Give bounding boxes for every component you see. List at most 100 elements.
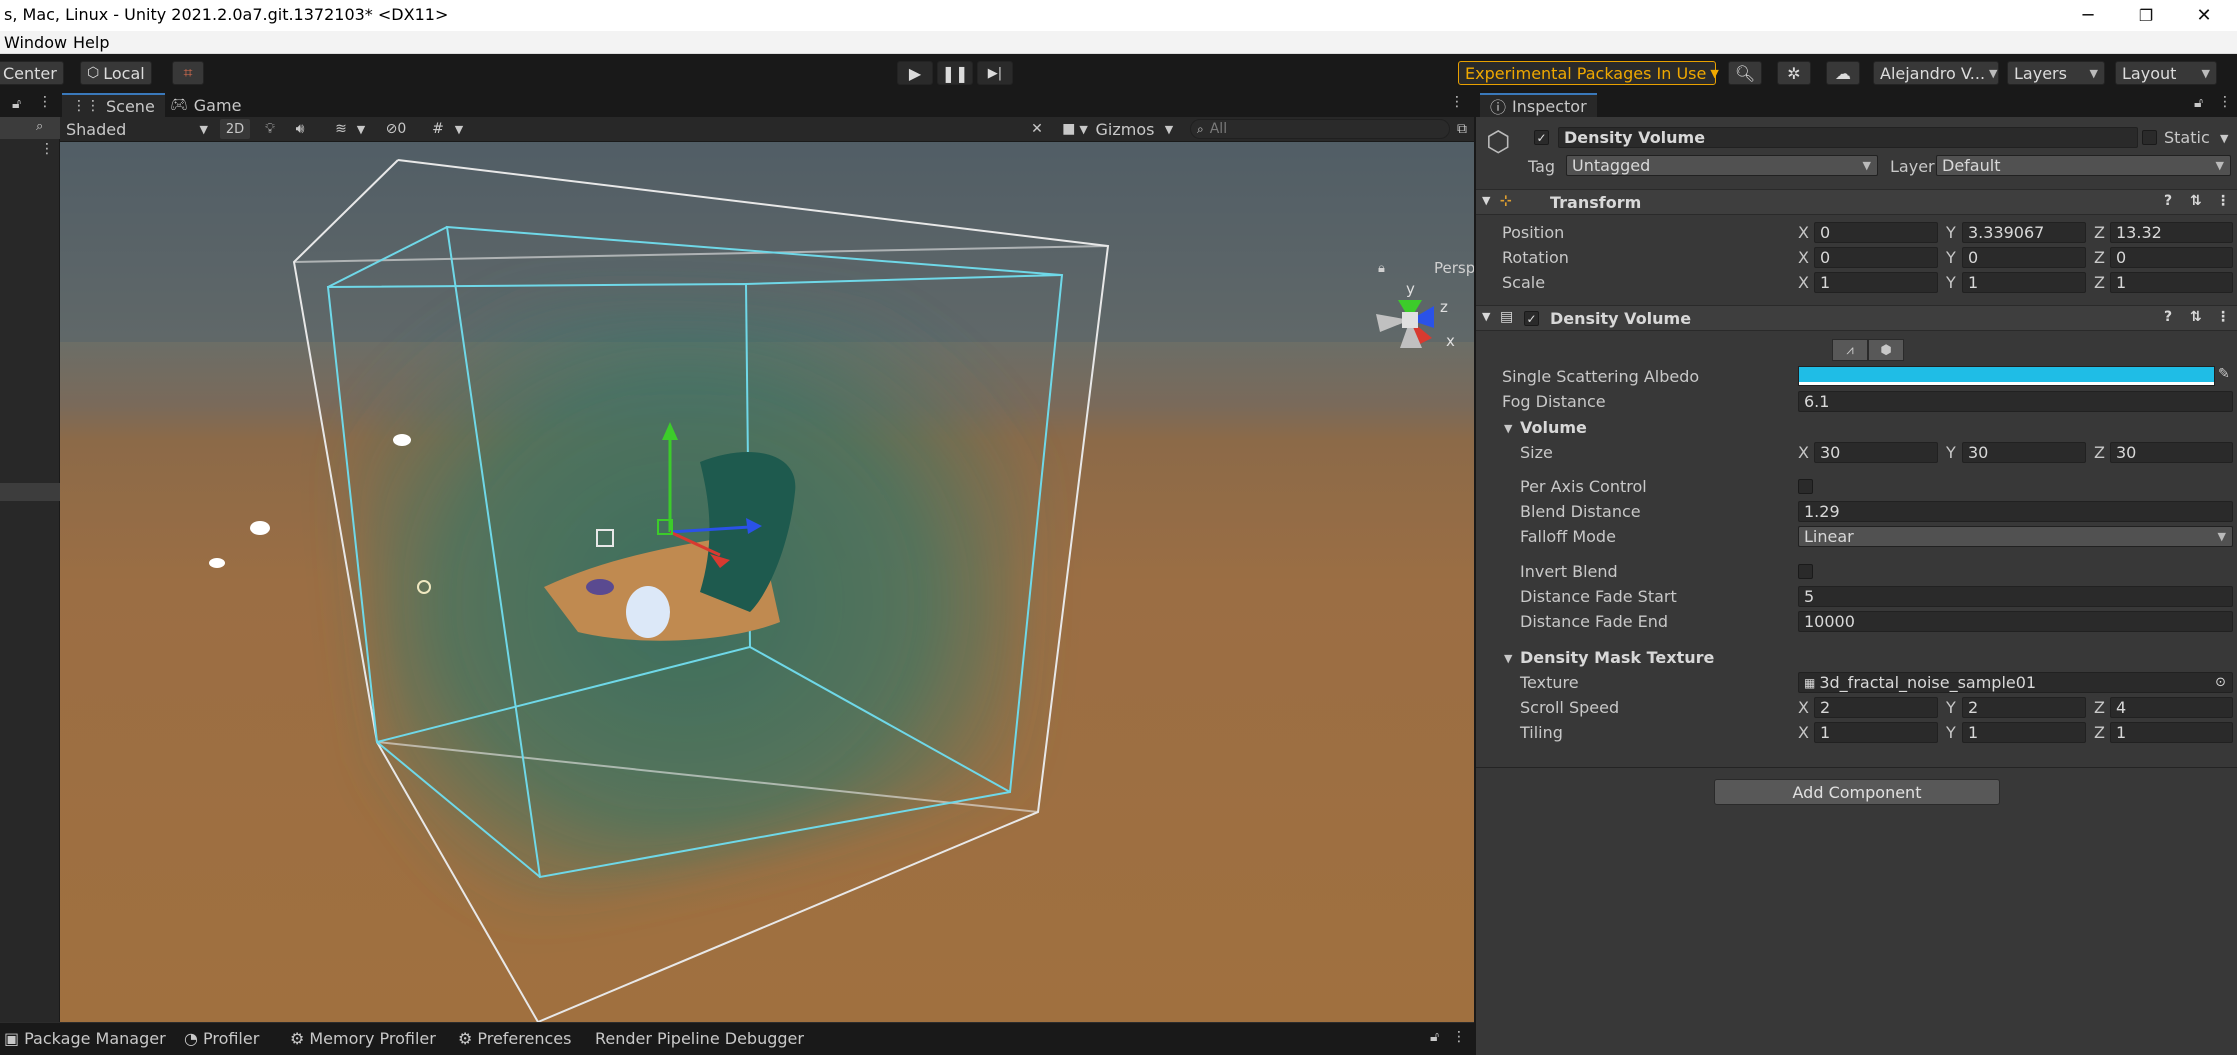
preset-icon[interactable]: ⇅ (2190, 309, 2202, 325)
pivot-center-button[interactable]: Center (0, 61, 64, 85)
tiling-y-field[interactable]: 1 (1962, 722, 2086, 743)
more-options-icon[interactable]: ⋮ (1450, 94, 1464, 110)
camera-dropdown[interactable]: ■ ▼ (1056, 119, 1094, 139)
scale-y-field[interactable]: 1 (1962, 272, 2086, 293)
pause-button[interactable]: ❚❚ (937, 61, 973, 85)
object-picker-icon[interactable]: ⊙ (2215, 675, 2226, 690)
scene-viewport[interactable]: y z x 🔒︎ Persp (60, 142, 1474, 1022)
texture-object-field[interactable]: ▦ 3d_fractal_noise_sample01 ⊙ (1798, 672, 2233, 693)
static-checkbox[interactable] (2142, 130, 2157, 145)
lock-icon[interactable]: 🔓︎ (2194, 95, 2203, 111)
preset-icon[interactable]: ⇅ (2190, 193, 2202, 209)
position-z-field[interactable]: 13.32 (2110, 222, 2233, 243)
tiling-x-field[interactable]: 1 (1814, 722, 1938, 743)
effects-dropdown[interactable]: ▼ (354, 119, 368, 139)
volume-header[interactable]: Volume (1520, 418, 1587, 437)
object-active-checkbox[interactable]: ✓ (1534, 130, 1549, 145)
play-button[interactable]: ▶ (897, 61, 933, 85)
blend-distance-field[interactable]: 1.29 (1798, 501, 2233, 522)
invert-blend-checkbox[interactable] (1798, 564, 1813, 579)
collab-button[interactable]: ✲ (1777, 61, 1811, 85)
scroll-y-field[interactable]: 2 (1962, 697, 2086, 718)
more-options-icon[interactable]: ⋮ (2216, 193, 2230, 209)
eyedropper-icon[interactable]: ✎ (2218, 366, 2230, 382)
draw-mode-dropdown[interactable]: Shaded ▼ (64, 119, 214, 139)
edit-bounds-button[interactable]: ⬢ (1868, 339, 1904, 361)
layout-dropdown[interactable]: Layout ▼ (2115, 61, 2217, 85)
hidden-objects-toggle[interactable]: ⊘ 0 (376, 119, 416, 139)
gizmo-lock-icon[interactable]: 🔒︎ (1378, 261, 1385, 276)
scroll-x-field[interactable]: 2 (1814, 697, 1938, 718)
scale-z-field[interactable]: 1 (2110, 272, 2233, 293)
lighting-toggle[interactable]: 💡︎ (256, 119, 284, 139)
albedo-color-field[interactable] (1798, 366, 2215, 386)
tools-toggle[interactable]: ✕ (1024, 119, 1050, 139)
scale-x-field[interactable]: 1 (1814, 272, 1938, 293)
per-axis-checkbox[interactable] (1798, 479, 1813, 494)
chevron-down-icon[interactable]: ▼ (2220, 132, 2228, 145)
position-x-field[interactable]: 0 (1814, 222, 1938, 243)
tag-dropdown[interactable]: Untagged ▼ (1566, 155, 1878, 176)
add-component-button[interactable]: Add Component (1714, 779, 2000, 805)
grid-snap-button[interactable]: ⌗ (172, 61, 204, 85)
fog-distance-field[interactable]: 6.1 (1798, 391, 2233, 412)
experimental-packages-badge[interactable]: Experimental Packages In Use ▼ (1458, 61, 1719, 85)
tab-profiler[interactable]: ◔ Profiler (184, 1029, 259, 1048)
object-name-field[interactable]: Density Volume (1558, 127, 2138, 148)
grid-toggle[interactable]: # (424, 119, 452, 139)
account-dropdown[interactable]: Alejandro V... ▼ (1873, 61, 1999, 85)
toggle-2d-button[interactable]: 2D (220, 119, 250, 139)
tab-inspector[interactable]: ⓘ Inspector (1480, 93, 1597, 117)
tab-package-manager[interactable]: ▣ Package Manager (4, 1029, 166, 1048)
edit-shape-button[interactable]: ⩘ (1832, 339, 1868, 361)
menu-help[interactable]: Help (73, 33, 109, 52)
more-options-icon[interactable]: ⋮ (38, 94, 52, 110)
lock-icon[interactable]: 🔓︎ (1430, 1029, 1439, 1045)
close-button[interactable]: ✕ (2175, 0, 2233, 31)
maximize-button[interactable]: ❐ (2117, 0, 2175, 31)
more-options-icon[interactable]: ⋮ (2218, 94, 2232, 110)
more-options-icon[interactable]: ⋮ (1452, 1029, 1466, 1045)
audio-toggle[interactable]: 🔊︎ (286, 119, 314, 139)
falloff-mode-dropdown[interactable]: Linear ▼ (1798, 526, 2233, 547)
gizmos-button[interactable]: Gizmos (1096, 119, 1155, 139)
minimize-button[interactable]: ─ (2059, 0, 2117, 31)
density-mask-header[interactable]: Density Mask Texture (1520, 648, 1714, 667)
hierarchy-search[interactable]: ⌕ (0, 117, 60, 139)
transform-header[interactable]: ▼ ⊹ Transform ? ⇅ ⋮ (1476, 189, 2237, 215)
scene-search-options[interactable]: ⧉ (1452, 119, 1472, 139)
scroll-z-field[interactable]: 4 (2110, 697, 2233, 718)
density-volume-enabled-checkbox[interactable]: ✓ (1524, 311, 1539, 326)
menu-window[interactable]: Window (4, 33, 67, 52)
rotation-y-field[interactable]: 0 (1962, 247, 2086, 268)
help-icon[interactable]: ? (2164, 309, 2172, 325)
more-options-icon[interactable]: ⋮ (40, 141, 54, 157)
tiling-z-field[interactable]: 1 (2110, 722, 2233, 743)
collapse-arrow-icon[interactable]: ▼ (1504, 422, 1512, 435)
rotation-z-field[interactable]: 0 (2110, 247, 2233, 268)
grid-dropdown[interactable]: ▼ (452, 119, 466, 139)
tab-game[interactable]: 🎮︎ Game (160, 93, 251, 117)
tab-render-pipeline-debugger[interactable]: Render Pipeline Debugger (595, 1029, 804, 1048)
cloud-button[interactable]: ☁ (1826, 61, 1860, 85)
fade-start-field[interactable]: 5 (1798, 586, 2233, 607)
help-icon[interactable]: ? (2164, 193, 2172, 209)
layers-dropdown[interactable]: Layers ▼ (2007, 61, 2105, 85)
pivot-local-button[interactable]: ⬡ Local (80, 61, 152, 85)
lock-icon[interactable]: 🔓︎ (12, 96, 21, 112)
scene-search-input[interactable]: ⌕ All (1190, 119, 1450, 139)
size-x-field[interactable]: 30 (1814, 442, 1938, 463)
layer-dropdown[interactable]: Default ▼ (1936, 155, 2231, 176)
fade-end-field[interactable]: 10000 (1798, 611, 2233, 632)
tab-memory-profiler[interactable]: ⚙ Memory Profiler (290, 1029, 436, 1048)
step-button[interactable]: ▶| (977, 61, 1013, 85)
gizmos-dropdown[interactable]: ▼ (1162, 119, 1176, 139)
size-y-field[interactable]: 30 (1962, 442, 2086, 463)
tab-preferences[interactable]: ⚙ Preferences (458, 1029, 571, 1048)
size-z-field[interactable]: 30 (2110, 442, 2233, 463)
hierarchy-selected-row[interactable] (0, 483, 60, 501)
rotation-x-field[interactable]: 0 (1814, 247, 1938, 268)
position-y-field[interactable]: 3.339067 (1962, 222, 2086, 243)
density-volume-header[interactable]: ▼ ▤ ✓ Density Volume ? ⇅ ⋮ (1476, 305, 2237, 331)
tab-scene[interactable]: ⋮⋮ Scene (62, 93, 165, 117)
